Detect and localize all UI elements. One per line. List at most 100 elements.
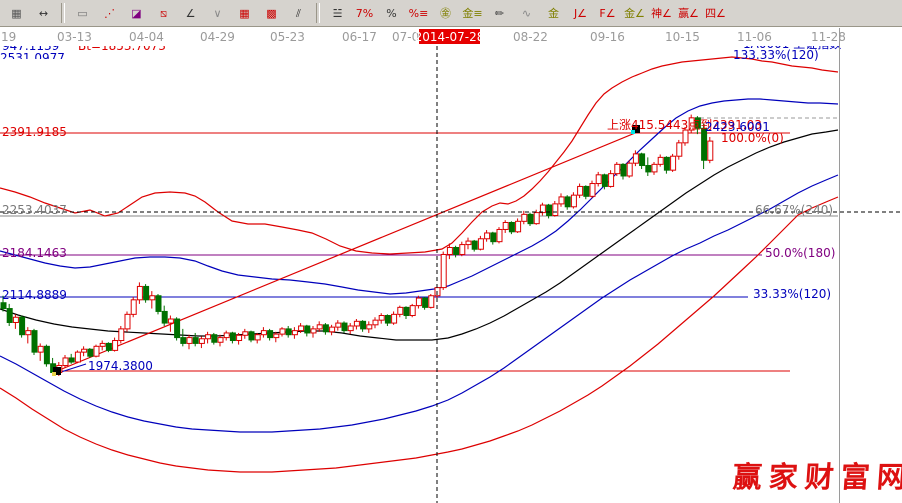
- gann-box-icon[interactable]: ⧅: [151, 1, 176, 25]
- candle-body: [274, 334, 279, 337]
- gann-f-angle-icon[interactable]: F∠: [595, 1, 620, 25]
- candle-body: [671, 156, 676, 170]
- level-2253-label: 2253.4037: [2, 204, 67, 217]
- candle-body: [330, 327, 335, 332]
- candle-body: [509, 222, 514, 231]
- pct-133-label: 133.33%(120): [733, 49, 819, 62]
- candle-body: [497, 229, 502, 241]
- candle-body: [63, 358, 68, 366]
- rect-tool-icon[interactable]: ▭: [70, 1, 95, 25]
- angle-line-icon[interactable]: ∠: [178, 1, 203, 25]
- watermark: 赢家财富网: [732, 454, 902, 496]
- app-window: ▦↔▭⋰◪⧅∠∨▦▩⫽☱7%%%≡㊎金≡✏∿金J∠F∠金∠神∠赢∠四∠ 1903…: [0, 0, 902, 503]
- chart-right-border: [839, 28, 840, 503]
- candle-body: [230, 333, 235, 341]
- level-2391-label: 2391.9185: [2, 126, 67, 139]
- candle-body: [168, 319, 173, 323]
- gold-circle-icon[interactable]: ㊎: [433, 1, 458, 25]
- candle-body: [1, 303, 6, 309]
- gold-line-icon[interactable]: 金: [541, 1, 566, 25]
- candle-body: [255, 335, 260, 340]
- gold-angle-icon[interactable]: 金∠: [622, 1, 647, 25]
- header-clipped-value: 2531.0977: [0, 52, 90, 59]
- candle-body: [342, 323, 347, 331]
- candle-body: [32, 331, 37, 353]
- candle-body: [237, 335, 242, 340]
- date-axis: 1903-1304-0404-2905-2306-1707-0908-2209-…: [0, 28, 902, 46]
- level-1974-label: 1974.3800: [88, 360, 153, 373]
- candle-body: [646, 166, 651, 172]
- candle-body: [361, 321, 366, 329]
- date-tick-label: 08-22: [513, 30, 548, 44]
- toolbar-separator: [61, 3, 65, 23]
- candle-body: [113, 341, 118, 351]
- fan-lines-icon[interactable]: ⋰: [97, 1, 122, 25]
- candle-body: [187, 338, 192, 344]
- parallel-lines-icon[interactable]: ⫽: [286, 1, 311, 25]
- candle-body: [82, 349, 87, 352]
- candle-body: [268, 331, 273, 338]
- candle-body: [280, 329, 285, 334]
- candle-body: [584, 186, 589, 196]
- candle-body: [472, 241, 477, 249]
- gann-j-angle-icon[interactable]: J∠: [568, 1, 593, 25]
- date-tick-label: 03-13: [57, 30, 92, 44]
- candle-body: [633, 154, 638, 163]
- candle-body: [75, 352, 80, 362]
- si-angle-icon[interactable]: 四∠: [703, 1, 728, 25]
- percent-lines-icon[interactable]: %≡: [406, 1, 431, 25]
- percent-icon[interactable]: %: [379, 1, 404, 25]
- wave-ruler-icon[interactable]: ∿: [514, 1, 539, 25]
- toolbar-separator: [316, 3, 320, 23]
- header-clipped-value-clip: 2531.0977: [0, 52, 90, 59]
- ying-angle-icon[interactable]: 赢∠: [676, 1, 701, 25]
- pct-66-label: 66.67%(240): [755, 204, 833, 217]
- date-tick-label: 11-06: [737, 30, 772, 44]
- kline-plot[interactable]: [0, 46, 902, 503]
- brush-icon[interactable]: ✏: [487, 1, 512, 25]
- date-tick-label: 04-29: [200, 30, 235, 44]
- candle-body: [150, 296, 155, 300]
- candle-body: [212, 335, 217, 343]
- shen-angle-icon[interactable]: 神∠: [649, 1, 674, 25]
- drawing-toolbar: ▦↔▭⋰◪⧅∠∨▦▩⫽☱7%%%≡㊎金≡✏∿金J∠F∠金∠神∠赢∠四∠: [0, 0, 902, 27]
- candle-body: [7, 309, 12, 323]
- candle-body: [478, 239, 483, 249]
- candle-body: [137, 286, 142, 299]
- date-tick-label: 05-23: [270, 30, 305, 44]
- candle-body: [447, 247, 452, 254]
- date-tick-label: 19: [1, 30, 16, 44]
- candle-body: [305, 326, 310, 333]
- candle-body: [565, 197, 570, 207]
- candle-body: [125, 314, 130, 329]
- candle-body: [131, 300, 136, 315]
- date-tick-label: 09-16: [590, 30, 625, 44]
- lower-band-red: [0, 197, 838, 472]
- candle-body: [379, 316, 384, 321]
- candle-body: [156, 296, 161, 312]
- candle-body: [181, 338, 186, 344]
- candle-body: [218, 338, 223, 343]
- candle-body: [677, 143, 682, 156]
- candle-body: [528, 214, 533, 223]
- date-tick-label: 11-28: [811, 30, 846, 44]
- candle-body: [336, 323, 341, 327]
- candle-body: [311, 329, 316, 333]
- grid-arrow-icon[interactable]: ▩: [259, 1, 284, 25]
- width-span-icon[interactable]: ↔: [31, 1, 56, 25]
- candle-body: [540, 205, 545, 213]
- candle-body: [206, 335, 211, 339]
- candle-body: [485, 233, 490, 239]
- chart-area[interactable]: 947.1139Bt=1853.70732531.09771A0001 上证指数…: [0, 46, 902, 503]
- candle-body: [559, 197, 564, 204]
- measure-ruler-icon[interactable]: ▦: [4, 1, 29, 25]
- zigzag-icon[interactable]: ∨: [205, 1, 230, 25]
- candle-body: [615, 164, 620, 173]
- percent-retrace-icon[interactable]: 7%: [352, 1, 377, 25]
- gann-fan-icon[interactable]: ◪: [124, 1, 149, 25]
- gold-section-icon[interactable]: 金≡: [460, 1, 485, 25]
- date-tick-label: 06-17: [342, 30, 377, 44]
- candle-body: [261, 331, 266, 335]
- stats-list-icon[interactable]: ☱: [325, 1, 350, 25]
- grid-tool-icon[interactable]: ▦: [232, 1, 257, 25]
